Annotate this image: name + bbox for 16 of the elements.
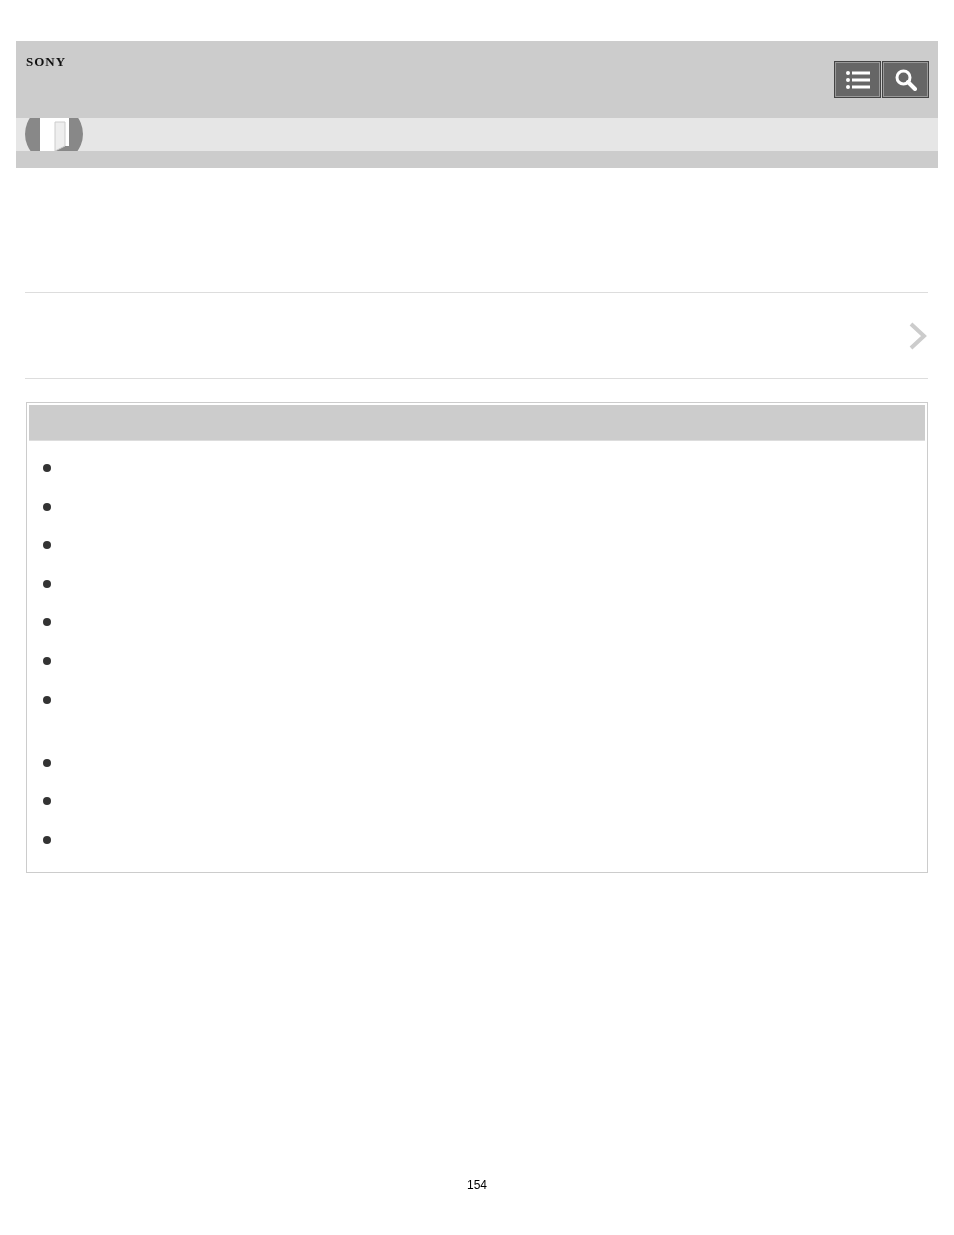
bullet-icon xyxy=(43,541,51,550)
bullet-icon xyxy=(43,464,51,472)
menu-button[interactable] xyxy=(834,61,881,98)
bullet-icon xyxy=(43,656,51,665)
search-icon xyxy=(894,68,917,91)
page-number: 154 xyxy=(466,1178,488,1192)
bullet-icon xyxy=(43,579,51,588)
brand-logo: SONY xyxy=(26,54,67,70)
bullet-icon xyxy=(43,502,51,511)
list-icon xyxy=(845,70,870,89)
bullet-icon xyxy=(43,695,51,704)
bullet-icon xyxy=(43,618,51,627)
bullet-icon xyxy=(43,758,51,767)
bullet-icon xyxy=(43,797,51,806)
bullet-icon xyxy=(43,835,51,844)
search-button[interactable] xyxy=(882,61,929,98)
